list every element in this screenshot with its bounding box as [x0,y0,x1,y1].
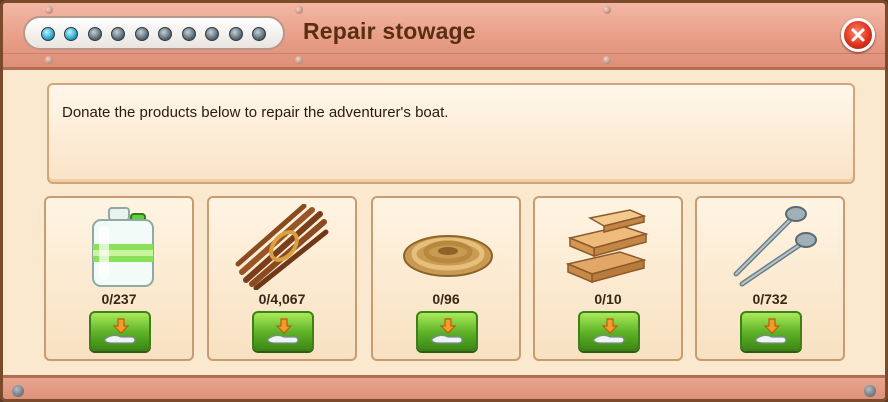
progress-dot [205,27,219,41]
bolt-icon [864,385,876,397]
rivet [45,6,53,14]
donate-button[interactable] [578,311,640,351]
bolt-icon [12,385,24,397]
progress-indicator [23,16,285,50]
donate-hand-icon [593,318,625,344]
progress-dot [41,27,55,41]
donate-button[interactable] [89,311,151,351]
progress-dot [158,27,172,41]
progress-dot [135,27,149,41]
item-card-fuel-canister: 0/237 [44,196,194,361]
repair-stowage-dialog: Repair stowage Donate the products below… [0,0,888,402]
rivet [45,56,53,64]
donate-button[interactable] [740,311,802,351]
item-card-wooden-planks: 0/10 [533,196,683,361]
item-card-bundle-of-sticks: 0/4,067 [207,196,357,361]
item-count: 0/237 [101,291,137,307]
dialog-footer [3,375,885,399]
rivet [295,56,303,64]
rivet [295,6,303,14]
canister-icon [71,204,171,290]
rivet [603,6,611,14]
donate-hand-icon [267,318,299,344]
dialog-title: Repair stowage [303,18,476,44]
progress-dot [252,27,266,41]
progress-dot [64,27,78,41]
item-card-rope-coil: 0/96 [371,196,521,361]
item-count: 0/732 [752,291,788,307]
description-text: Donate the products below to repair the … [62,104,449,121]
progress-dot [182,27,196,41]
item-count: 0/96 [432,291,460,307]
item-card-nails: 0/732 [695,196,845,361]
item-count: 0/4,067 [258,291,306,307]
donate-hand-icon [431,318,463,344]
progress-dot [88,27,102,41]
progress-dot [229,27,243,41]
dialog-header: Repair stowage [3,3,885,70]
sticks-icon [234,203,334,291]
donate-button[interactable] [416,311,478,351]
item-count: 0/10 [594,291,622,307]
close-button[interactable] [841,18,875,52]
nails-icon [722,204,822,290]
rope-icon [398,204,498,290]
rivet [603,56,611,64]
progress-dot [111,27,125,41]
donate-hand-icon [755,318,787,344]
donate-button[interactable] [252,311,314,351]
planks-icon [560,204,660,290]
donate-hand-icon [104,318,136,344]
header-stripe [3,53,885,54]
close-icon [851,28,865,42]
description-panel: Donate the products below to repair the … [47,83,855,184]
